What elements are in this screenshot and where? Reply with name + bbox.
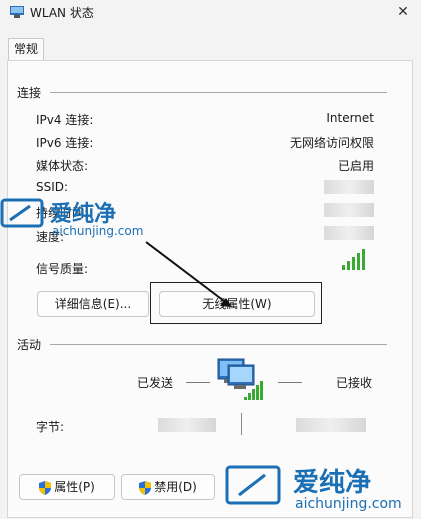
details-button[interactable]: 详细信息(E)...: [37, 291, 149, 317]
sent-label: 已发送: [137, 376, 174, 390]
wlan-status-icon: [10, 6, 24, 18]
activity-divider: [50, 344, 387, 345]
ipv6-label: IPv6 连接:: [36, 136, 94, 150]
tab-general[interactable]: 常规: [8, 38, 44, 61]
connection-section-title: 连接: [17, 86, 42, 100]
bytes-sent-redacted: [158, 418, 216, 432]
media-state-value: 已启用: [337, 159, 374, 173]
window-title: WLAN 状态: [30, 6, 94, 20]
signal-strength-icon: [342, 248, 370, 270]
disable-button-label: 禁用(D): [154, 480, 197, 494]
signal-quality-label: 信号质量:: [36, 262, 89, 276]
arrow-annotation: [145, 241, 232, 307]
properties-button-label: 属性(P): [54, 480, 95, 494]
activity-section-title: 活动: [17, 338, 42, 352]
watermark-top: 爱纯净 aichunjing.com: [0, 196, 150, 244]
watermark-url-bottom: aichunjing.com: [295, 496, 402, 512]
bytes-divider: [241, 413, 242, 435]
signal-bar-4: [357, 253, 360, 270]
watermark-url-top: aichunjing.com: [52, 224, 144, 238]
speed-value-redacted: [324, 226, 374, 240]
received-label: 已接收: [336, 376, 373, 390]
signal-bar-1: [342, 265, 345, 270]
ipv4-label: IPv4 连接:: [36, 113, 94, 127]
ssid-value-redacted: [324, 180, 374, 194]
bytes-label: 字节:: [36, 420, 65, 434]
close-icon: ✕: [397, 4, 409, 20]
sent-line: [186, 382, 210, 383]
ipv6-value: 无网络访问权限: [289, 136, 374, 150]
ssid-label: SSID:: [36, 180, 69, 194]
disable-button[interactable]: 禁用(D): [121, 474, 215, 500]
signal-bar-2: [347, 261, 350, 270]
media-state-label: 媒体状态:: [36, 159, 89, 173]
watermark-brand-bottom: 爱纯净: [293, 468, 372, 498]
uac-shield-icon: [39, 480, 52, 495]
bytes-received-redacted: [296, 418, 366, 432]
network-computers-icon: [217, 358, 263, 400]
signal-bar-5: [362, 249, 365, 270]
ipv4-value: Internet: [326, 111, 374, 125]
watermark-logo-icon: [0, 198, 44, 228]
signal-bar-3: [352, 257, 355, 270]
title-bar: WLAN 状态 ✕: [0, 0, 421, 28]
watermark-logo-icon: [225, 465, 281, 505]
received-line: [278, 382, 302, 383]
close-button[interactable]: ✕: [395, 4, 411, 20]
properties-button[interactable]: 属性(P): [19, 474, 115, 500]
connection-divider: [50, 92, 387, 93]
watermark-bottom: 爱纯净 aichunjing.com: [225, 462, 420, 518]
uac-shield-icon: [139, 480, 152, 495]
duration-value-redacted: [324, 203, 374, 217]
